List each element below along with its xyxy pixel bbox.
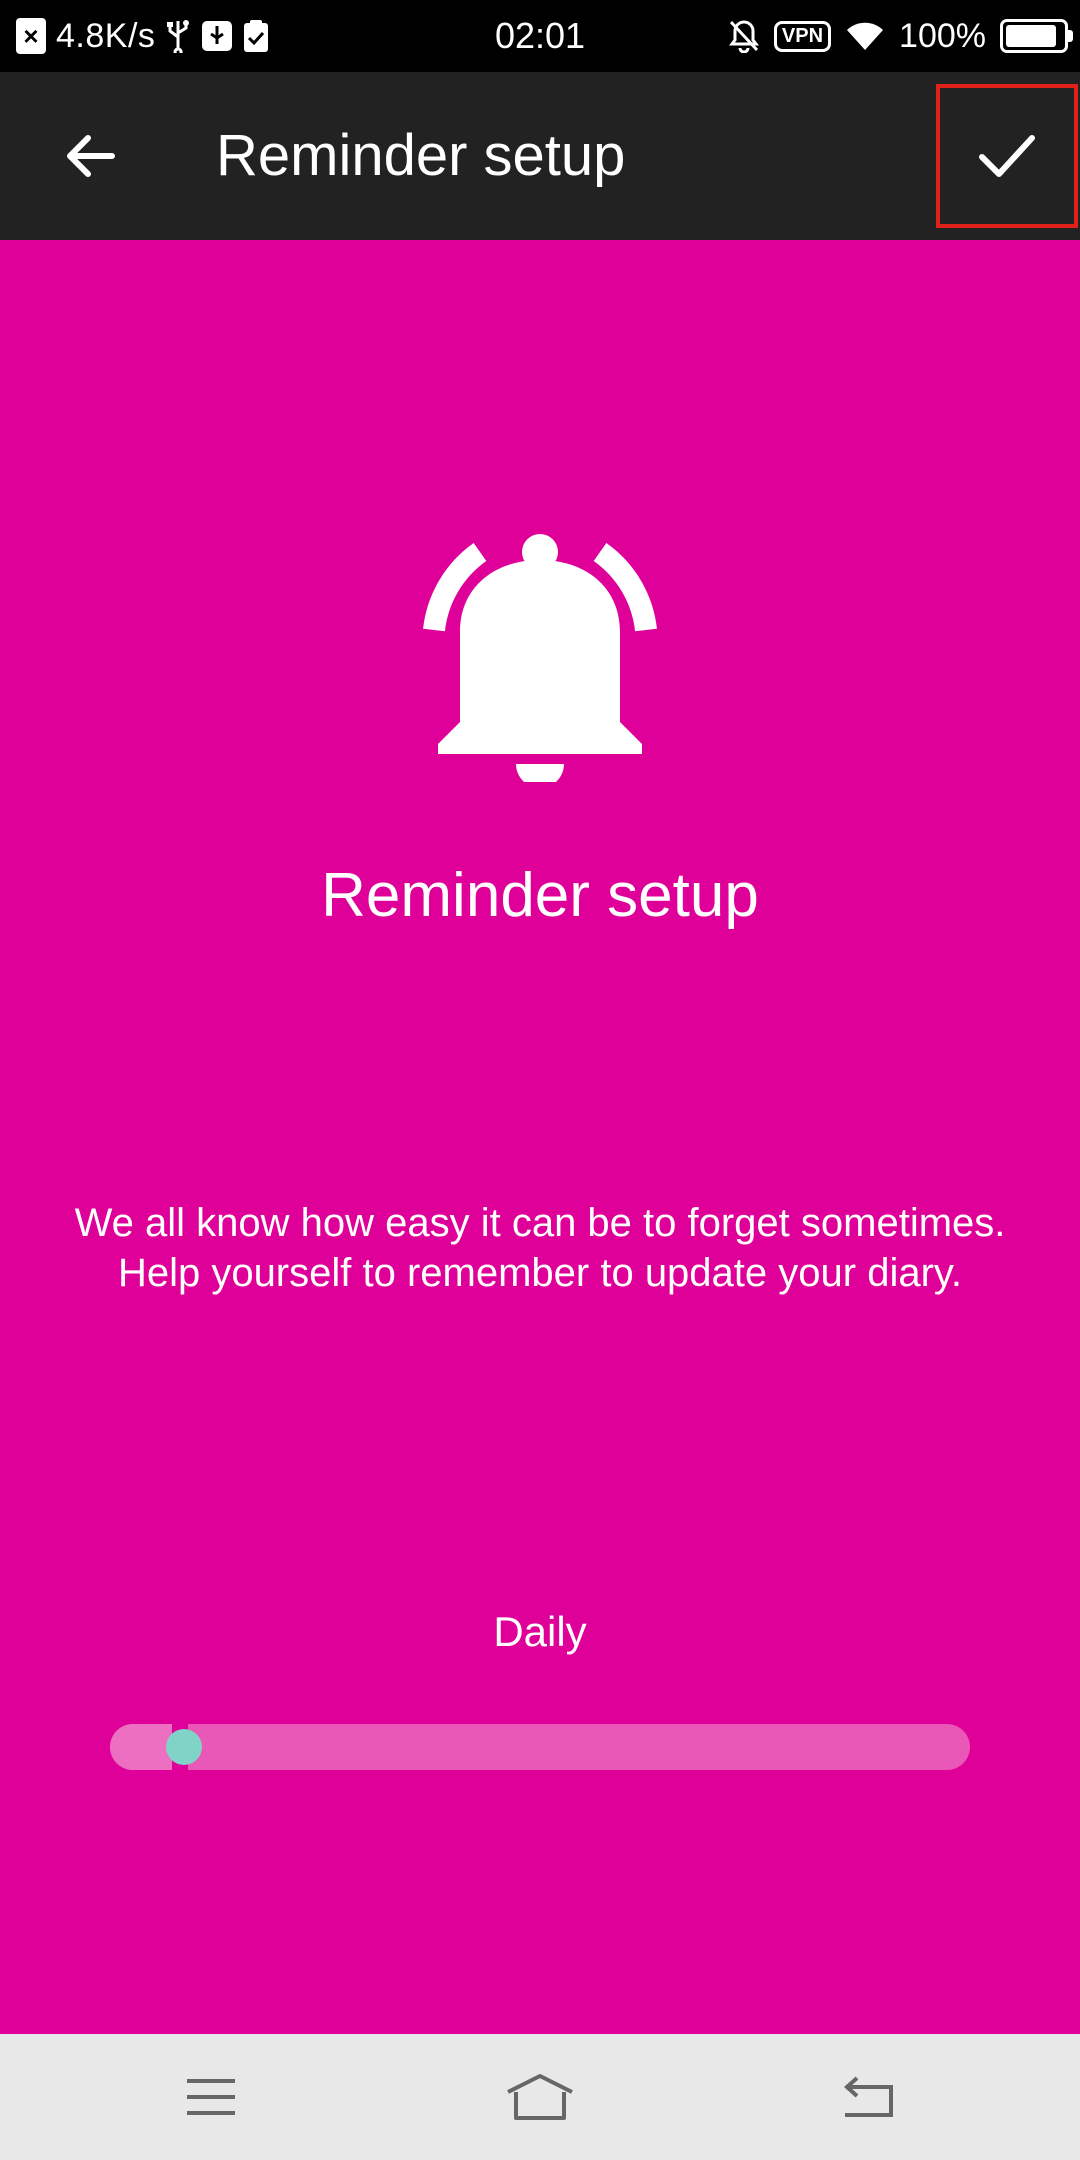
- frequency-label: Daily: [493, 1608, 587, 1655]
- reminder-content: Reminder setup We all know how easy it c…: [0, 240, 1080, 2034]
- bell-ringing-icon: [423, 534, 657, 782]
- frequency-slider[interactable]: [110, 1724, 970, 1770]
- battery-percent: 100%: [899, 16, 986, 55]
- arrow-left-icon: [67, 135, 115, 177]
- menu-icon: [187, 2079, 235, 2115]
- back-icon: [844, 2076, 893, 2117]
- page-title: Reminder setup: [216, 123, 626, 188]
- home-icon: [507, 2074, 573, 2120]
- battery-icon: [1000, 19, 1073, 53]
- nav-menu-button[interactable]: [156, 2056, 266, 2138]
- status-right: VPN 100%: [728, 0, 1073, 72]
- status-bar: × 4.8K/s 02:01 VPN 100%: [0, 0, 1080, 72]
- check-icon: [979, 135, 1035, 177]
- wifi-icon: [845, 20, 885, 52]
- description-text: We all know how easy it can be to forget…: [74, 1201, 1006, 1295]
- nav-home-button[interactable]: [485, 2056, 595, 2138]
- back-button[interactable]: [40, 106, 140, 206]
- section-heading: Reminder setup: [321, 861, 759, 930]
- confirm-button[interactable]: [936, 84, 1078, 228]
- bell-off-icon: [728, 19, 760, 53]
- app-bar: Reminder setup: [0, 72, 1080, 240]
- slider-thumb[interactable]: [166, 1729, 202, 1765]
- system-nav-bar: [0, 2034, 1080, 2160]
- vpn-badge: VPN: [773, 20, 832, 52]
- nav-back-button[interactable]: [814, 2056, 924, 2138]
